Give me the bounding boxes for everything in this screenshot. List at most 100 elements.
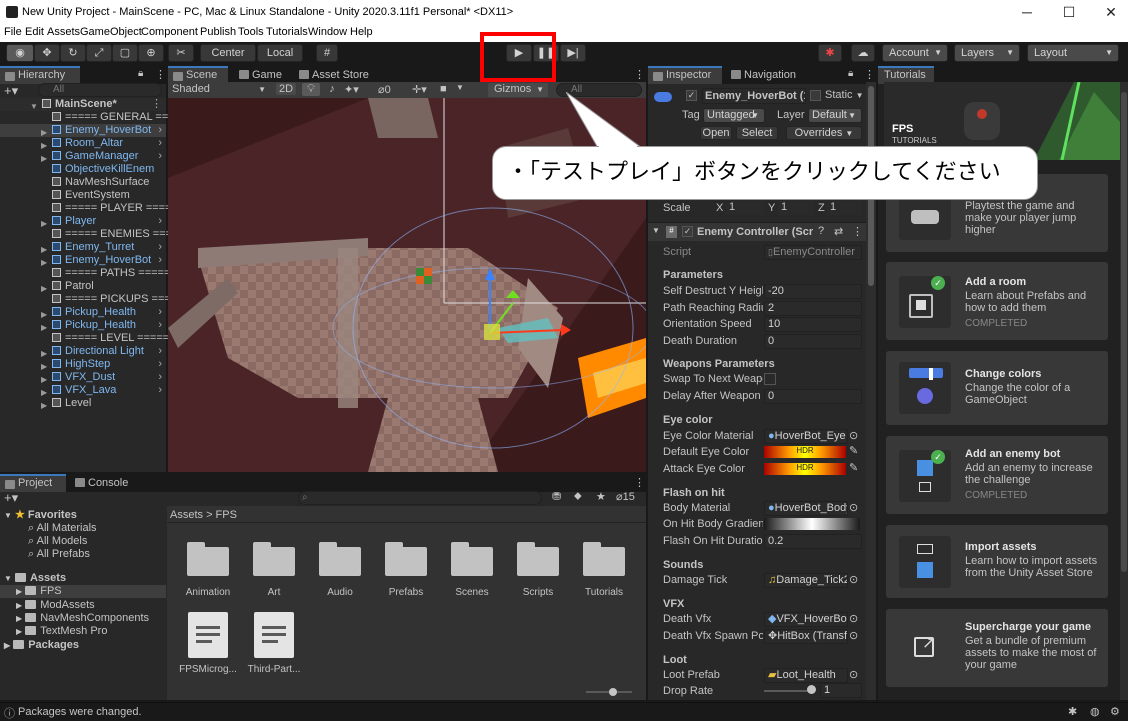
packages-item[interactable]: ▶ Packages	[4, 639, 79, 651]
menu-window[interactable]: Window	[308, 26, 347, 38]
scale-tool-icon[interactable]: ⤢	[86, 44, 112, 62]
list-item[interactable]: EventSystem	[52, 189, 130, 202]
menu-file[interactable]: File	[4, 26, 22, 38]
path-radius-field[interactable]: 2	[764, 301, 862, 316]
list-item[interactable]: ▶ Level	[0, 397, 166, 410]
tutorial-card-add-room[interactable]: ✓ Add a room Learn about Prefabs and how…	[886, 262, 1108, 340]
list-item[interactable]: ===== PLAYER =====	[52, 202, 178, 215]
attack-eye-color-swatch[interactable]: HDR	[764, 463, 846, 475]
prefab-open-button[interactable]: Open	[700, 126, 732, 140]
add-icon[interactable]: +▾	[4, 83, 18, 99]
list-item[interactable]: ▶ VFX_Lava ›	[0, 384, 166, 397]
bug-icon[interactable]: ✱	[1068, 705, 1077, 718]
self-destruct-field[interactable]: -20	[764, 284, 862, 299]
icon-size-slider[interactable]	[609, 688, 617, 696]
component-enabled-checkbox[interactable]: ✓	[682, 226, 693, 237]
help-icon[interactable]: ?	[818, 225, 824, 237]
list-item[interactable]: ▶ GameManager ›	[0, 150, 166, 163]
object-name-field[interactable]: Enemy_HoverBot (1)	[702, 88, 806, 104]
account-dropdown[interactable]: Account ▼	[882, 44, 948, 62]
menu-gameobject[interactable]: GameObject	[80, 26, 142, 38]
more-icon[interactable]: ⋮	[634, 68, 645, 81]
default-eye-color-swatch[interactable]: HDR	[764, 446, 846, 458]
loot-prefab-field[interactable]: ▰Loot_Health	[764, 668, 848, 683]
list-item[interactable]: ▶ Directional Light ›	[0, 345, 166, 358]
camera-icon[interactable]: ■	[440, 83, 454, 95]
view-tool-icon[interactable]: ◉	[6, 44, 34, 62]
collab-icon[interactable]: ✱	[818, 44, 842, 62]
folder-icon[interactable]	[385, 542, 427, 576]
shading-dropdown[interactable]: Shaded ▼	[172, 83, 266, 97]
folder-icon[interactable]	[187, 542, 229, 576]
filter-type-icon[interactable]: ⛃	[552, 490, 561, 503]
menu-publish[interactable]: Publish	[200, 26, 236, 38]
folder-icon[interactable]	[451, 542, 493, 576]
list-item[interactable]: ===== LEVEL =====	[52, 332, 169, 345]
more-icon[interactable]: ⋮	[852, 225, 863, 238]
death-vfx-field[interactable]: ◆VFX_HoverBot_	[764, 612, 848, 627]
more-icon[interactable]: ⋮	[151, 98, 162, 111]
drop-rate-slider-handle[interactable]	[807, 685, 816, 694]
menu-edit[interactable]: Edit	[25, 26, 44, 38]
effects-icon[interactable]: ✦▾	[344, 83, 368, 96]
scale-x-field[interactable]: 1	[726, 201, 764, 215]
active-checkbox[interactable]: ✓	[686, 90, 697, 101]
audio-icon[interactable]: ♪	[324, 83, 340, 95]
list-item[interactable]: ▶ Player ›	[0, 215, 166, 228]
settings-icon[interactable]: ⚙	[1110, 705, 1120, 718]
close-icon[interactable]: ✕	[1102, 3, 1120, 21]
scale-z-field[interactable]: 1	[827, 201, 862, 215]
move-tool-icon[interactable]: ✥	[34, 44, 60, 62]
layers-dropdown[interactable]: Layers ▼	[954, 44, 1020, 62]
object-picker-icon[interactable]: ⊙	[849, 629, 858, 642]
list-item[interactable]: ===== PATHS =====	[52, 267, 170, 280]
add-asset-icon[interactable]: +▾	[4, 490, 18, 506]
eye-material-field[interactable]: ●HoverBot_Eye	[764, 429, 848, 444]
fold-icon[interactable]: ▼	[652, 226, 660, 235]
body-material-field[interactable]: ●HoverBot_Body	[764, 501, 848, 516]
lock-icon[interactable]: 🔒︎	[848, 68, 853, 79]
tab-console[interactable]: Console	[70, 474, 134, 492]
swap-weapon-checkbox[interactable]	[764, 373, 776, 385]
filter-label-icon[interactable]: ⬥	[574, 490, 582, 503]
hidden-objects-toggle[interactable]: ⌀0	[378, 83, 406, 96]
object-picker-icon[interactable]: ⊙	[849, 612, 858, 625]
flash-duration-field[interactable]: 0.2	[764, 534, 862, 549]
asset-folder[interactable]: ▶ TextMesh Pro	[16, 625, 107, 637]
list-item[interactable]: ===== ENEMIES =====	[52, 228, 185, 241]
menu-component[interactable]: Component	[141, 26, 198, 38]
orientation-field[interactable]: 10	[764, 317, 862, 332]
drop-rate-field[interactable]: 1	[820, 683, 862, 698]
folder-icon[interactable]	[583, 542, 625, 576]
custom-tool-icon[interactable]: ✂	[168, 44, 194, 62]
document-icon[interactable]	[188, 612, 228, 658]
more-icon[interactable]: ⋮	[864, 68, 875, 81]
object-picker-icon[interactable]: ⊙	[849, 501, 858, 514]
favorite-item[interactable]: ⌕ All Models	[28, 535, 87, 548]
list-item[interactable]: ▶ Pickup_Health ›	[0, 306, 166, 319]
damage-tick-field[interactable]: ♫Damage_Tick2	[764, 573, 848, 588]
prefab-select-button[interactable]: Select	[736, 126, 778, 140]
presets-icon[interactable]: ⇄	[834, 225, 843, 238]
list-item[interactable]: ▶ Enemy_Turret ›	[0, 241, 166, 254]
tag-dropdown[interactable]: Untagged ▼	[703, 108, 765, 123]
more-icon[interactable]: ⋮	[634, 476, 645, 489]
layer-dropdown[interactable]: Default ▼	[808, 108, 862, 123]
delay-swap-field[interactable]: 0	[764, 389, 862, 404]
step-button[interactable]: ▶|	[560, 44, 586, 62]
prefab-overrides-dropdown[interactable]: Overrides ▼	[786, 126, 862, 140]
list-item[interactable]: ===== PICKUPS =====	[52, 293, 184, 306]
component-header[interactable]: ▼ # ✓ Enemy Controller (Script) ? ⇄ ⋮	[648, 222, 866, 241]
tutorials-scrollbar[interactable]	[1120, 82, 1128, 700]
menu-help[interactable]: Help	[350, 26, 373, 38]
list-item[interactable]: NavMeshSurface	[52, 176, 149, 189]
list-item[interactable]: ▶ Patrol	[0, 280, 166, 293]
chevron-down-icon[interactable]: ▼	[456, 83, 466, 92]
document-icon[interactable]	[254, 612, 294, 658]
list-item[interactable]: ▶ HighStep ›	[0, 358, 166, 371]
object-picker-icon[interactable]: ⊙	[849, 573, 858, 586]
static-dropdown[interactable]: Static ▼	[825, 89, 864, 101]
tab-inspector[interactable]: Inspector	[648, 66, 722, 84]
scene-root[interactable]: ▼ MainScene* ⋮	[0, 98, 166, 111]
maximize-icon[interactable]: ☐	[1060, 3, 1078, 21]
